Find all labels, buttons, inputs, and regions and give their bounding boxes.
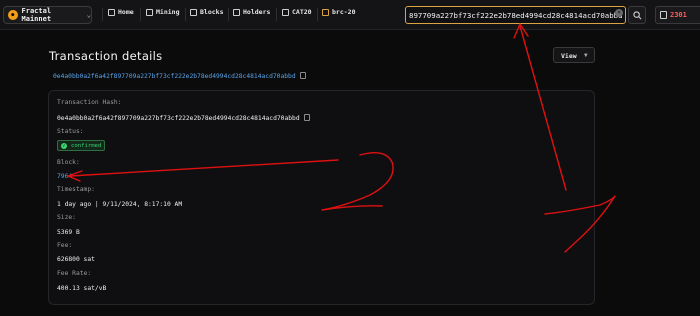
arrow-to-block-line xyxy=(69,159,339,177)
annotation-number-one xyxy=(544,195,616,253)
annotation-number-two xyxy=(321,152,394,211)
annotation-overlay xyxy=(67,23,616,253)
arrow-to-search-line xyxy=(519,25,567,191)
